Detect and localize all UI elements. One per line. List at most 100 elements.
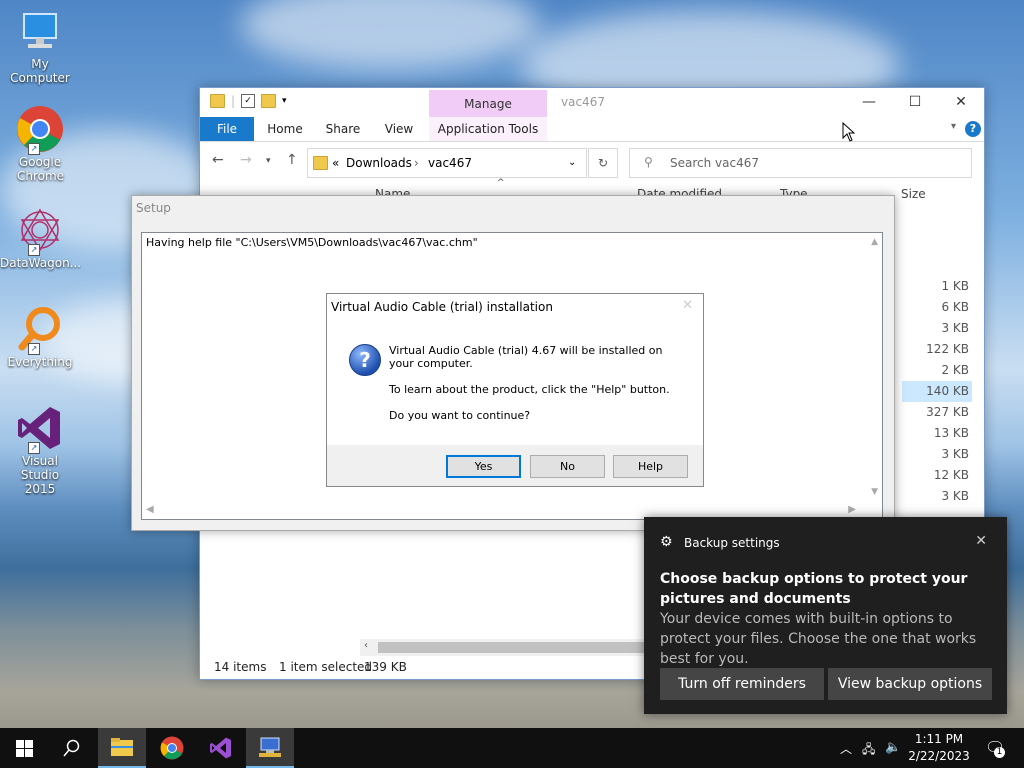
clock-date: 2/22/2023 bbox=[908, 749, 970, 763]
file-size-cell[interactable]: 2 KB bbox=[902, 360, 972, 381]
backup-notification-toast[interactable]: ⚙ Backup settings ✕ Choose backup option… bbox=[644, 517, 1007, 714]
properties-icon[interactable]: ✓ bbox=[241, 94, 256, 108]
setup-log-text: Having help file "C:\Users\VM5\Downloads… bbox=[146, 236, 478, 249]
no-button[interactable]: No bbox=[530, 455, 605, 478]
refresh-icon[interactable]: ↻ bbox=[588, 148, 618, 178]
toast-app-name: Backup settings bbox=[684, 536, 780, 550]
desktop-icon-label: DataWagon... bbox=[0, 256, 82, 270]
setup-title: Setup bbox=[136, 201, 171, 215]
customize-qat-icon[interactable]: ▾ bbox=[282, 96, 287, 106]
recent-locations-icon[interactable]: ▾ bbox=[266, 156, 271, 166]
tab-application-tools[interactable]: Application Tools bbox=[429, 117, 547, 141]
windows-logo-icon bbox=[15, 739, 33, 757]
address-bar[interactable]: « Downloads › vac467 ⌄ bbox=[307, 148, 587, 178]
search-icon bbox=[63, 739, 80, 757]
desktop-icon-label: Visual Studio 2015 bbox=[20, 454, 60, 496]
dialog-message-help: To learn about the product, click the "H… bbox=[389, 383, 670, 396]
shortcut-arrow-icon: ↗ bbox=[28, 343, 40, 355]
horizontal-scrollbar[interactable]: ‹ bbox=[360, 639, 650, 656]
breadcrumb-vac467[interactable]: vac467 bbox=[428, 156, 472, 170]
column-size[interactable]: Size bbox=[901, 187, 926, 201]
notification-count-badge: 1 bbox=[994, 747, 1005, 758]
search-icon: ⚲ bbox=[644, 155, 653, 169]
forward-icon[interactable]: → bbox=[240, 152, 252, 168]
scroll-left-icon[interactable]: ◀ bbox=[146, 504, 154, 515]
chrome-icon bbox=[160, 736, 184, 760]
address-dropdown-icon[interactable]: ⌄ bbox=[568, 157, 576, 168]
desktop-icon-my-computer[interactable]: My Computer bbox=[0, 10, 80, 85]
file-size-cell[interactable]: 327 KB bbox=[902, 402, 972, 423]
navigation-bar: ← → ▾ ↑ « Downloads › vac467 ⌄ ↻ ⚲ Searc… bbox=[200, 144, 984, 180]
window-title: vac467 bbox=[561, 95, 605, 109]
scroll-left-icon[interactable]: ‹ bbox=[364, 640, 368, 651]
separator: | bbox=[231, 94, 236, 108]
close-icon[interactable]: ✕ bbox=[975, 533, 987, 549]
breadcrumb-overflow[interactable]: « bbox=[332, 156, 339, 170]
folder-icon bbox=[210, 94, 225, 108]
tab-home[interactable]: Home bbox=[262, 117, 308, 141]
breadcrumb-downloads[interactable]: Downloads bbox=[346, 156, 412, 170]
explorer-titlebar: | ✓ ▾ Manage vac467 — ☐ ✕ bbox=[200, 88, 984, 117]
action-center-icon[interactable]: 🗨 1 bbox=[985, 738, 1005, 758]
turn-off-reminders-button[interactable]: Turn off reminders bbox=[660, 668, 824, 700]
tab-share[interactable]: Share bbox=[320, 117, 366, 141]
visual-studio-icon bbox=[210, 737, 231, 759]
search-button[interactable] bbox=[48, 728, 96, 768]
tab-manage[interactable]: Manage bbox=[429, 90, 547, 117]
close-icon[interactable]: ✕ bbox=[682, 298, 693, 313]
volume-icon[interactable]: 🔈 bbox=[885, 740, 901, 755]
file-size-cell[interactable]: 3 KB bbox=[902, 486, 972, 507]
file-size-cell[interactable]: 13 KB bbox=[902, 423, 972, 444]
taskbar-file-explorer[interactable] bbox=[98, 728, 146, 768]
file-size-list: 1 KB 6 KB 3 KB 122 KB 2 KB 140 KB 327 KB… bbox=[902, 276, 972, 507]
scroll-up-icon[interactable]: ▲ bbox=[871, 237, 878, 247]
taskbar-visual-studio[interactable] bbox=[197, 728, 245, 768]
taskbar-setup[interactable] bbox=[246, 728, 294, 768]
file-size-cell[interactable]: 12 KB bbox=[902, 465, 972, 486]
file-size-cell-selected[interactable]: 140 KB bbox=[902, 381, 972, 402]
datawagon-icon: ↗ bbox=[16, 206, 64, 256]
file-size-cell[interactable]: 3 KB bbox=[902, 318, 972, 339]
close-icon[interactable]: ✕ bbox=[938, 88, 984, 116]
new-folder-icon[interactable] bbox=[261, 94, 277, 108]
yes-button[interactable]: Yes bbox=[446, 455, 521, 478]
scroll-right-icon[interactable]: ▶ bbox=[848, 504, 856, 515]
desktop-icon-label: My Computer bbox=[10, 57, 70, 85]
view-backup-options-button[interactable]: View backup options bbox=[828, 668, 992, 700]
file-size-cell[interactable]: 1 KB bbox=[902, 276, 972, 297]
scrollbar-thumb[interactable] bbox=[378, 642, 648, 653]
file-size-cell[interactable]: 3 KB bbox=[902, 444, 972, 465]
desktop-icon-google-chrome[interactable]: ↗ Google Chrome bbox=[0, 105, 80, 183]
file-size-cell[interactable]: 122 KB bbox=[902, 339, 972, 360]
show-hidden-icons[interactable]: ︿ bbox=[840, 740, 852, 757]
file-explorer-icon bbox=[111, 738, 133, 756]
up-icon[interactable]: ↑ bbox=[286, 152, 298, 168]
shortcut-arrow-icon: ↗ bbox=[28, 143, 40, 155]
quick-access-toolbar: | ✓ ▾ bbox=[210, 94, 287, 108]
mouse-cursor-icon bbox=[842, 121, 856, 145]
search-box[interactable]: ⚲ Search vac467 bbox=[629, 148, 972, 178]
help-icon[interactable]: ? bbox=[965, 121, 981, 137]
expand-ribbon-icon[interactable]: ▾ bbox=[951, 121, 956, 132]
monitor-icon bbox=[0, 10, 80, 55]
tab-file[interactable]: File bbox=[200, 117, 254, 141]
everything-icon: ↗ bbox=[16, 305, 64, 355]
clock[interactable]: 1:11 PM 2/22/2023 bbox=[906, 731, 972, 765]
help-button[interactable]: Help bbox=[613, 455, 688, 478]
tab-view[interactable]: View bbox=[378, 117, 420, 141]
file-size-cell[interactable]: 6 KB bbox=[902, 297, 972, 318]
maximize-icon[interactable]: ☐ bbox=[892, 88, 938, 116]
taskbar-chrome[interactable] bbox=[148, 728, 196, 768]
desktop-icon-datawagon[interactable]: ↗ DataWagon... bbox=[0, 206, 82, 270]
scroll-down-icon[interactable]: ▼ bbox=[871, 487, 878, 497]
desktop-icon-everything[interactable]: ↗ Everything bbox=[0, 305, 80, 369]
gear-icon: ⚙ bbox=[660, 534, 673, 550]
dialog-message-install: Virtual Audio Cable (trial) 4.67 will be… bbox=[389, 344, 663, 370]
minimize-icon[interactable]: — bbox=[846, 88, 892, 116]
back-icon[interactable]: ← bbox=[212, 152, 224, 168]
desktop-icon-visual-studio[interactable]: ↗ Visual Studio 2015 bbox=[0, 404, 80, 496]
start-button[interactable] bbox=[0, 728, 48, 768]
search-placeholder: Search vac467 bbox=[670, 156, 759, 170]
taskbar: ︿ 🖧 🔈 1:11 PM 2/22/2023 🗨 1 bbox=[0, 728, 1024, 768]
network-icon[interactable]: 🖧 bbox=[862, 740, 875, 761]
